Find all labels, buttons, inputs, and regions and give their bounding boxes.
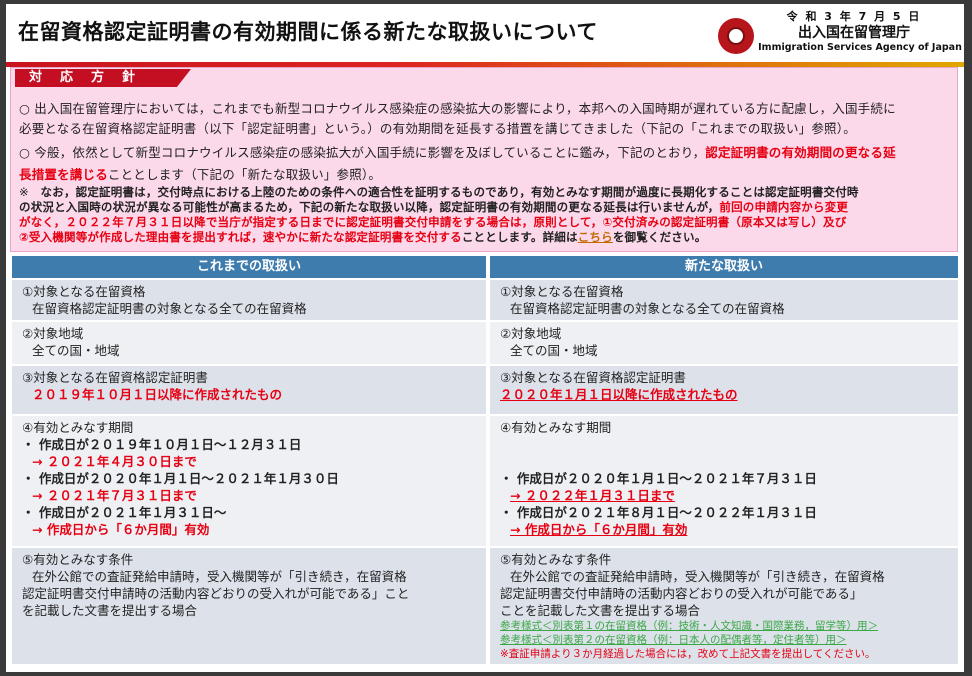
reference-form-link-2[interactable]: 参考様式＜別表第２の在留資格（例：日本人の配偶者等，定住者等）用＞ — [500, 633, 958, 647]
row-title: ③対象となる在留資格認定証明書 — [500, 370, 686, 385]
period-result: → 作成日から「６か月間」有効 — [510, 522, 688, 537]
new-row-target-certificate: ③対象となる在留資格認定証明書 ２０２０年１月１日以降に作成されたもの — [490, 366, 958, 414]
row-body: ことを記載した文書を提出する場合 — [500, 603, 701, 618]
row-title: ②対象地域 — [500, 326, 562, 341]
row-body: 在外公館での査証発給申請時，受入機関等が「引き続き，在留資格 — [510, 569, 885, 584]
reference-form-link-1[interactable]: 参考様式＜別表第１の在留資格（例：技術・人文知識・国際業務，留学等）用＞ — [500, 619, 958, 633]
policy-text: 今般，依然として新型コロナウイルス感染症の感染拡大が入国手続に影響を及ぼしている… — [34, 145, 706, 160]
old-row-validity-period: ④有効とみなす期間 ・ 作成日が２０１９年１０月１日～１２月３１日 → ２０２１… — [12, 416, 486, 546]
period-item: ・ 作成日が２０２０年１月１日～２０２１年１月３０日 — [22, 471, 339, 486]
details-link[interactable]: こちら — [578, 230, 613, 244]
period-result: → ２０２２年１月３１日まで — [510, 488, 675, 503]
bullet-icon: ○ — [19, 145, 31, 160]
new-row-target-status: ①対象となる在留資格 在留資格認定証明書の対象となる全ての在留資格 — [490, 280, 958, 320]
period-result: → 作成日から「６か月間」有効 — [32, 522, 210, 537]
row-body: ２０１９年１０月１日以降に作成されたもの — [32, 387, 283, 402]
column-header-new: 新たな取扱い — [490, 256, 958, 278]
policy-bullet-2-cont: 長措置を講じることとします（下記の「新たな取扱い」参照）。 — [19, 164, 381, 183]
agency-name-en: Immigration Services Agency of Japan — [758, 42, 962, 53]
note-text: の状況と入国時の状況が異なる可能性が高まるため，下記の新たな取扱い以降，認定証明… — [19, 200, 720, 214]
old-row-target-status: ①対象となる在留資格 在留資格認定証明書の対象となる全ての在留資格 — [12, 280, 486, 320]
row-title: ③対象となる在留資格認定証明書 — [22, 370, 208, 385]
note-emphasis: 前回の申請内容から変更 — [719, 200, 849, 214]
policy-label: 対応方針 — [15, 69, 191, 87]
period-result: → ２０２１年７月３１日まで — [32, 488, 197, 503]
note-text: なお，認定証明書は，交付時点における上陸のための条件への適合性を証明するものであ… — [40, 185, 859, 199]
policy-bullet-2: ○ 今般，依然として新型コロナウイルス感染症の感染拡大が入国手続に影響を及ぼして… — [19, 142, 896, 161]
period-item: ・ 作成日が２０２１年８月１日～２０２２年１月３１日 — [500, 505, 817, 520]
note-emphasis: がなく，２０２２年７月３１日以降で当庁が指定する日までに認定証明書交付申請をする… — [19, 215, 847, 229]
row-title: ④有効とみなす期間 — [22, 420, 134, 435]
new-row-conditions: ⑤有効とみなす条件 在外公館での査証発給申請時，受入機関等が「引き続き，在留資格… — [490, 548, 958, 664]
row-title: ④有効とみなす期間 — [500, 420, 612, 435]
policy-note-3: がなく，２０２２年７月３１日以降で当庁が指定する日までに認定証明書交付申請をする… — [19, 214, 846, 230]
header: 在留資格認定証明書の有効期間に係る新たな取扱いについて 令 和 3 年 7 月 … — [6, 4, 964, 62]
row-body: 在留資格認定証明書の対象となる全ての在留資格 — [510, 301, 785, 316]
agency-emblem-icon — [718, 18, 754, 54]
page-title: 在留資格認定証明書の有効期間に係る新たな取扱いについて — [18, 20, 598, 44]
policy-note-1: ※ なお，認定証明書は，交付時点における上陸のための条件への適合性を証明するもの… — [19, 184, 859, 200]
row-body: 在留資格認定証明書の対象となる全ての在留資格 — [32, 301, 307, 316]
old-row-target-region: ②対象地域 全ての国・地域 — [12, 322, 486, 364]
notice-slide: 在留資格認定証明書の有効期間に係る新たな取扱いについて 令 和 3 年 7 月 … — [6, 4, 964, 672]
period-item: ・ 作成日が２０２１年１月３１日～ — [22, 505, 227, 520]
row-body: 全ての国・地域 — [510, 343, 598, 358]
period-result: → ２０２１年４月３０日まで — [32, 454, 197, 469]
row-body: を記載した文書を提出する場合 — [22, 603, 198, 618]
row-body: 認定証明書交付申請時の活動内容どおりの受入れが可能である」こと — [22, 586, 410, 601]
policy-bullet-1-cont: 必要となる在留資格認定証明書（以下「認定証明書」という。）の有効期間を延長する措… — [19, 118, 856, 137]
note-mark: ※ — [19, 185, 29, 199]
policy-emphasis: 長措置を講じる — [19, 167, 108, 182]
row-body: ２０２０年１月１日以降に作成されたもの — [500, 387, 738, 402]
row-title: ②対象地域 — [22, 326, 84, 341]
policy-text: 必要となる在留資格認定証明書（以下「認定証明書」という。）の有効期間を延長する措… — [19, 121, 856, 136]
column-header-old: これまでの取扱い — [12, 256, 486, 278]
old-row-target-certificate: ③対象となる在留資格認定証明書 ２０１９年１０月１日以降に作成されたもの — [12, 366, 486, 414]
note-text: こととします。詳細は — [461, 230, 578, 244]
row-title: ①対象となる在留資格 — [22, 284, 146, 299]
row-title: ⑤有効とみなす条件 — [22, 552, 134, 567]
new-row-validity-period: ④有効とみなす期間 ・ 作成日が２０２０年１月１日～２０２１年７月３１日 → ２… — [490, 416, 958, 546]
note-text: を御覧ください。 — [612, 230, 707, 244]
row-body: 在外公館での査証発給申請時，受入機関等が「引き続き，在留資格 — [32, 569, 407, 584]
policy-box: 対応方針 ○ 出入国在留管理庁においては，これまでも新型コロナウイルス感染症の感… — [10, 67, 958, 252]
old-row-conditions: ⑤有効とみなす条件 在外公館での査証発給申請時，受入機関等が「引き続き，在留資格… — [12, 548, 486, 664]
policy-bullet-1: ○ 出入国在留管理庁においては，これまでも新型コロナウイルス感染症の感染拡大の影… — [19, 98, 896, 117]
resubmission-note: ※査証申請より３か月経過した場合には，改めて上記文書を提出してください。 — [500, 648, 876, 660]
policy-text: こととします（下記の「新たな取扱い」参照）。 — [107, 167, 382, 182]
policy-emphasis: 認定証明書の有効期間の更なる延 — [705, 145, 896, 160]
row-body: 認定証明書交付申請時の活動内容どおりの受入れが可能である」 — [500, 586, 863, 601]
agency-name: 出入国在留管理庁 — [798, 25, 910, 41]
row-title: ①対象となる在留資格 — [500, 284, 624, 299]
row-body: 全ての国・地域 — [32, 343, 120, 358]
new-row-target-region: ②対象地域 全ての国・地域 — [490, 322, 958, 364]
period-item: ・ 作成日が２０１９年１０月１日～１２月３１日 — [22, 437, 302, 452]
row-title: ⑤有効とみなす条件 — [500, 552, 612, 567]
policy-text: 出入国在留管理庁においては，これまでも新型コロナウイルス感染症の感染拡大の影響に… — [34, 101, 896, 116]
policy-note-2: の状況と入国時の状況が異なる可能性が高まるため，下記の新たな取扱い以降，認定証明… — [19, 199, 848, 215]
note-emphasis: ②受入機関等が作成した理由書を提出すれば，速やかに新たな認定証明書を交付する — [19, 230, 462, 244]
period-item: ・ 作成日が２０２０年１月１日～２０２１年７月３１日 — [500, 471, 817, 486]
policy-note-4: ②受入機関等が作成した理由書を提出すれば，速やかに新たな認定証明書を交付すること… — [19, 229, 706, 245]
bullet-icon: ○ — [19, 101, 31, 116]
